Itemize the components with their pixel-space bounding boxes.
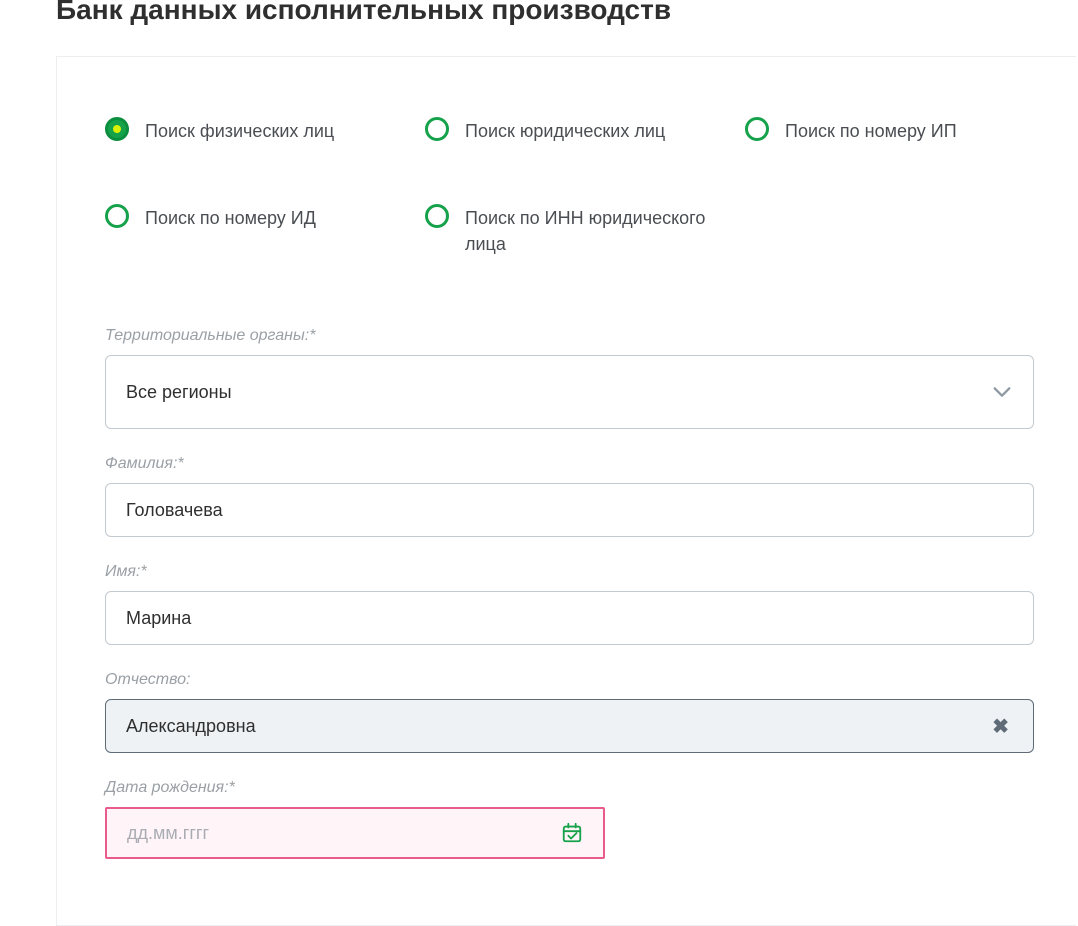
lastname-label: Фамилия:* xyxy=(105,455,1034,473)
region-select[interactable]: Все регионы xyxy=(105,355,1034,429)
patronymic-label: Отчество: xyxy=(105,671,1034,689)
patronymic-field-group: Отчество: Александровна ✖ xyxy=(105,671,1034,753)
birthdate-field-group: Дата рождения:* дд.мм.гггг xyxy=(105,779,605,859)
lastname-field-group: Фамилия:* xyxy=(105,455,1034,537)
radio-icon xyxy=(105,117,129,141)
birthdate-input[interactable]: дд.мм.гггг xyxy=(105,807,605,859)
region-field-group: Территориальные органы:* Все регионы xyxy=(105,327,1034,429)
radio-search-inn[interactable]: Поиск по ИНН юридического лица xyxy=(425,204,745,257)
radio-label: Поиск юридических лиц xyxy=(465,117,665,144)
firstname-field-group: Имя:* xyxy=(105,563,1034,645)
radio-label: Поиск физических лиц xyxy=(145,117,334,144)
radio-search-id-number[interactable]: Поиск по номеру ИД xyxy=(105,204,425,257)
birthdate-label: Дата рождения:* xyxy=(105,779,605,797)
radio-search-individuals[interactable]: Поиск физических лиц xyxy=(105,117,425,144)
radio-search-ip-number[interactable]: Поиск по номеру ИП xyxy=(745,117,1025,144)
radio-search-legal-entities[interactable]: Поиск юридических лиц xyxy=(425,117,745,144)
patronymic-input[interactable]: Александровна ✖ xyxy=(105,699,1034,753)
page-title: Банк данных исполнительных производств xyxy=(0,0,1078,56)
radio-label: Поиск по номеру ИП xyxy=(785,117,957,144)
firstname-input[interactable] xyxy=(105,591,1034,645)
firstname-label: Имя:* xyxy=(105,563,1034,581)
lastname-input[interactable] xyxy=(105,483,1034,537)
chevron-down-icon xyxy=(991,381,1013,403)
radio-label: Поиск по номеру ИД xyxy=(145,204,316,231)
radio-label: Поиск по ИНН юридического лица xyxy=(465,204,725,257)
region-label: Территориальные органы:* xyxy=(105,327,1034,345)
search-form-card: Поиск физических лиц Поиск юридических л… xyxy=(56,56,1076,926)
radio-icon xyxy=(745,117,769,141)
search-type-radio-group: Поиск физических лиц Поиск юридических л… xyxy=(105,117,1034,257)
radio-icon xyxy=(105,204,129,228)
radio-icon xyxy=(425,117,449,141)
region-selected-value: Все регионы xyxy=(126,382,232,403)
radio-icon xyxy=(425,204,449,228)
clear-icon[interactable]: ✖ xyxy=(988,714,1013,739)
patronymic-value: Александровна xyxy=(126,716,256,737)
